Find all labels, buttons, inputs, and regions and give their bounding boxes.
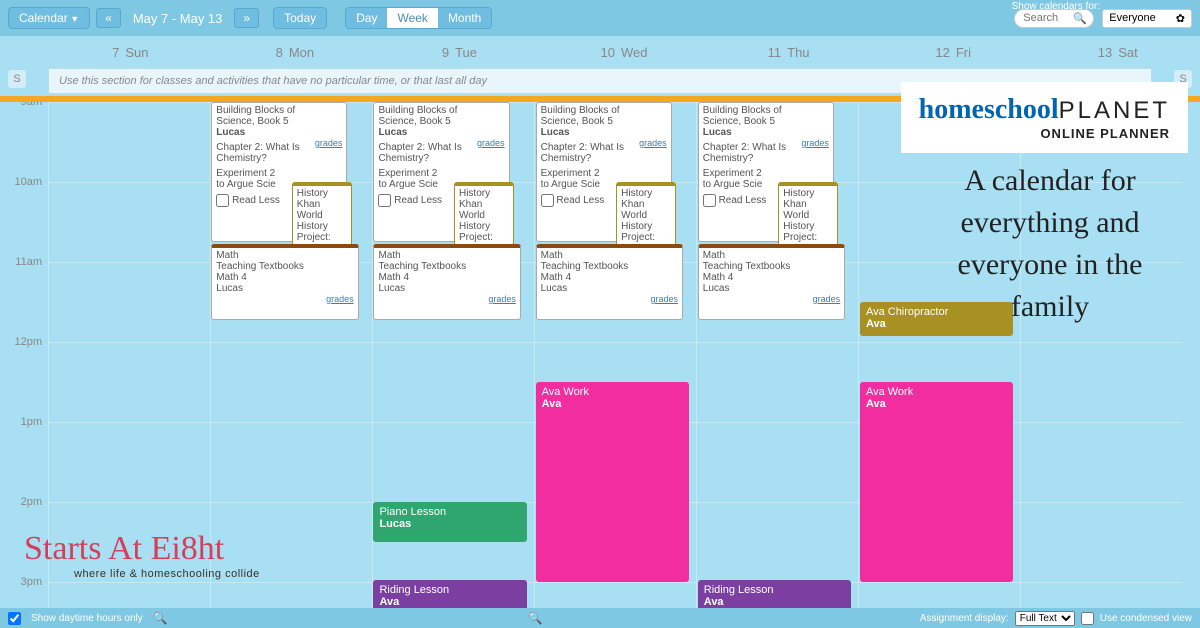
bottom-bar: Show daytime hours only 🔍 🔍 Assignment d… [0,608,1200,628]
event-ava-work-wed[interactable]: Ava WorkAva [536,382,689,582]
calendar-filter-select[interactable]: Everyone ✿ [1102,9,1192,28]
today-button[interactable]: Today [273,7,327,29]
day-header-sat: 13Sat [1035,39,1200,66]
event-math-wed[interactable]: MathTeaching TextbooksMath 4Lucas grades [536,244,683,320]
time-label: 12pm [14,336,42,348]
day-header-thu: 11Thu [706,39,871,66]
view-tabs: Day Week Month [345,7,492,29]
time-label: 10am [14,176,42,188]
assignment-display-select[interactable]: Full Text [1015,611,1075,626]
gear-icon: ✿ [1176,12,1185,25]
grades-link[interactable]: grades [650,294,678,304]
event-math-tue[interactable]: MathTeaching TextbooksMath 4Lucas grades [373,244,520,320]
event-ava-work-fri[interactable]: Ava WorkAva [860,382,1013,582]
daytime-label: Show daytime hours only [31,613,143,624]
tab-day[interactable]: Day [346,8,387,28]
search-input[interactable] [1023,12,1073,24]
event-math-mon[interactable]: MathTeaching TextbooksMath 4Lucas grades [211,244,358,320]
grades-link[interactable]: grades [639,138,667,148]
read-checkbox[interactable] [216,194,229,207]
grades-link[interactable]: grades [326,294,354,304]
time-label: 1pm [21,416,42,428]
read-checkbox[interactable] [541,194,554,207]
time-label: 9am [21,102,42,108]
zoom-in-icon[interactable]: 🔍 [528,611,543,625]
grades-link[interactable]: grades [477,138,505,148]
calendar-dropdown[interactable]: Calendar [8,7,90,29]
date-range-label: May 7 - May 13 [127,11,229,26]
condensed-label: Use condensed view [1100,613,1192,624]
grades-link[interactable]: grades [813,294,841,304]
top-toolbar: Calendar « May 7 - May 13 » Today Day We… [0,0,1200,36]
search-icon: 🔍 [1073,12,1087,25]
day-header-fri: 12Fri [871,39,1036,66]
prev-s-cap[interactable]: S [8,70,26,88]
read-checkbox[interactable] [703,194,716,207]
day-header-row: S 7Sun 8Mon 9Tue 10Wed 11Thu 12Fri 13Sat… [0,36,1200,68]
tab-month[interactable]: Month [438,8,491,28]
grades-link[interactable]: grades [315,138,343,148]
time-label: 2pm [21,496,42,508]
next-week-button[interactable]: » [234,8,259,28]
assignment-display-label: Assignment display: [920,613,1009,624]
day-header-mon: 8Mon [213,39,378,66]
time-label: 11am [15,256,42,268]
event-math-thu[interactable]: MathTeaching TextbooksMath 4Lucas grades [698,244,845,320]
zoom-out-icon[interactable]: 🔍 [153,611,168,625]
event-piano[interactable]: Piano LessonLucas [373,502,526,542]
prev-week-button[interactable]: « [96,8,121,28]
calendar-filter-value: Everyone [1109,12,1155,24]
day-header-wed: 10Wed [542,39,707,66]
day-header-sun: 7Sun [48,39,213,66]
read-checkbox[interactable] [378,194,391,207]
show-calendars-label: Show calendars for: [1012,1,1100,12]
day-header-tue: 9Tue [377,39,542,66]
grades-link[interactable]: grades [801,138,829,148]
grades-link[interactable]: grades [488,294,516,304]
tagline-text: A calendar for everything and everyone i… [930,160,1170,328]
daytime-checkbox[interactable] [8,612,21,625]
homeschool-planet-logo: homeschoolPLANET ONLINE PLANNER [901,82,1188,153]
tab-week[interactable]: Week [387,8,437,28]
starts-at-eight-logo: Starts At Ei8ht where life & homeschooli… [24,530,260,580]
condensed-checkbox[interactable] [1081,612,1094,625]
